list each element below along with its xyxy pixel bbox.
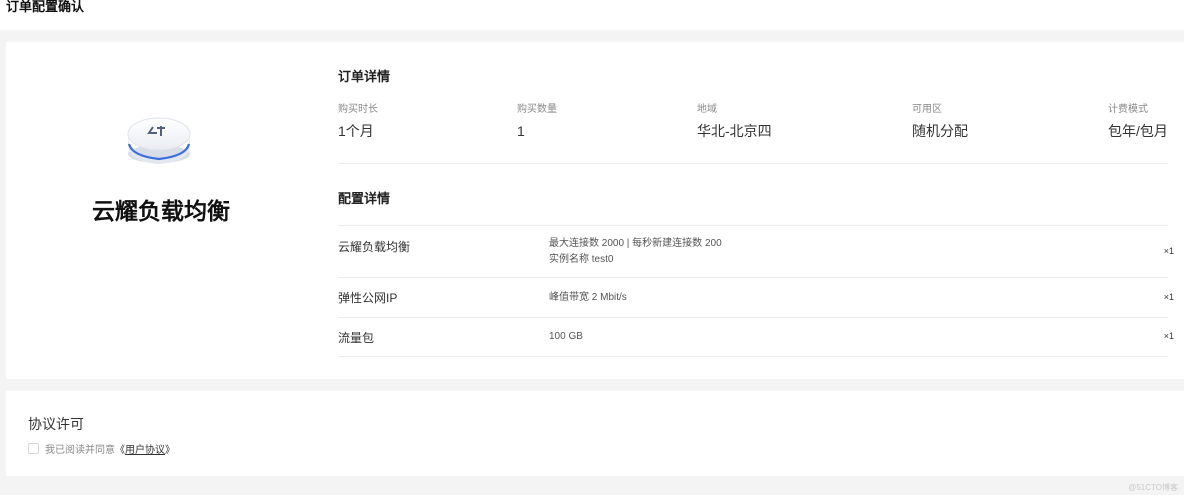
header-strip: [0, 0, 1184, 30]
agreement-close-bracket: 》: [165, 445, 175, 456]
agreement-checkbox[interactable]: [28, 443, 39, 454]
config-desc-line: 峰值带宽 2 Mbit/s: [549, 292, 627, 303]
product-name: 云耀负载均衡: [92, 198, 230, 224]
config-details-title: 配置详情: [338, 191, 391, 206]
divider: [338, 163, 1168, 164]
summary-zone: 可用区 随机分配: [912, 104, 968, 140]
agreement-open-bracket: 《: [115, 445, 125, 456]
agreement-row: 我已阅读并同意 《 用户协议 》: [28, 441, 175, 456]
config-desc-line: 实例名称 test0: [549, 254, 614, 265]
config-row-eip: 弹性公网IP 峰值带宽 2 Mbit/s ×1: [338, 278, 1174, 317]
config-desc-line: 100 GB: [549, 331, 583, 342]
agreement-text: 我已阅读并同意: [45, 445, 115, 456]
agreement-card: 协议许可 我已阅读并同意 《 用户协议 》: [6, 391, 1184, 476]
order-details-title: 订单详情: [338, 69, 391, 84]
summary-label: 购买时长: [338, 104, 378, 115]
page-title: 订单配置确认: [6, 0, 85, 14]
summary-value: 华北-北京四: [697, 123, 772, 139]
config-item-qty: ×1: [1163, 246, 1174, 256]
config-item-qty: ×1: [1163, 331, 1174, 341]
summary-billing-mode: 计费模式 包年/包月: [1108, 104, 1168, 140]
summary-value: 随机分配: [912, 123, 968, 139]
summary-quantity: 购买数量 1: [517, 104, 557, 140]
config-item-name: 云耀负载均衡: [338, 240, 411, 254]
load-balancer-device-icon: [127, 117, 191, 164]
order-card: 云耀负载均衡 订单详情 购买时长 1个月 购买数量 1 地域 华北-北京四 可用…: [6, 42, 1184, 379]
summary-value: 1: [517, 123, 525, 139]
config-row-load-balancer: 云耀负载均衡 最大连接数 2000 | 每秒新建连接数 200 实例名称 tes…: [338, 226, 1174, 277]
summary-label: 购买数量: [517, 104, 557, 115]
config-item-desc: 峰值带宽 2 Mbit/s: [549, 290, 627, 306]
config-item-desc: 最大连接数 2000 | 每秒新建连接数 200 实例名称 test0: [549, 236, 722, 268]
agreement-title: 协议许可: [28, 416, 84, 432]
summary-value: 包年/包月: [1108, 123, 1168, 139]
summary-value: 1个月: [338, 123, 374, 139]
config-desc-line: 最大连接数 2000 | 每秒新建连接数 200: [549, 238, 722, 249]
user-agreement-link[interactable]: 用户协议: [125, 441, 165, 456]
config-row-traffic-package: 流量包 100 GB ×1: [338, 318, 1174, 356]
divider: [338, 356, 1168, 357]
summary-label: 可用区: [912, 104, 942, 115]
summary-region: 地域 华北-北京四: [697, 104, 772, 140]
summary-label: 计费模式: [1108, 104, 1148, 115]
config-item-name: 流量包: [338, 331, 375, 345]
config-item-qty: ×1: [1163, 292, 1174, 302]
config-item-desc: 100 GB: [549, 329, 583, 345]
config-item-name: 弹性公网IP: [338, 291, 398, 305]
watermark: @51CTO博客: [1128, 483, 1178, 492]
summary-label: 地域: [697, 104, 717, 115]
summary-duration: 购买时长 1个月: [338, 104, 378, 140]
